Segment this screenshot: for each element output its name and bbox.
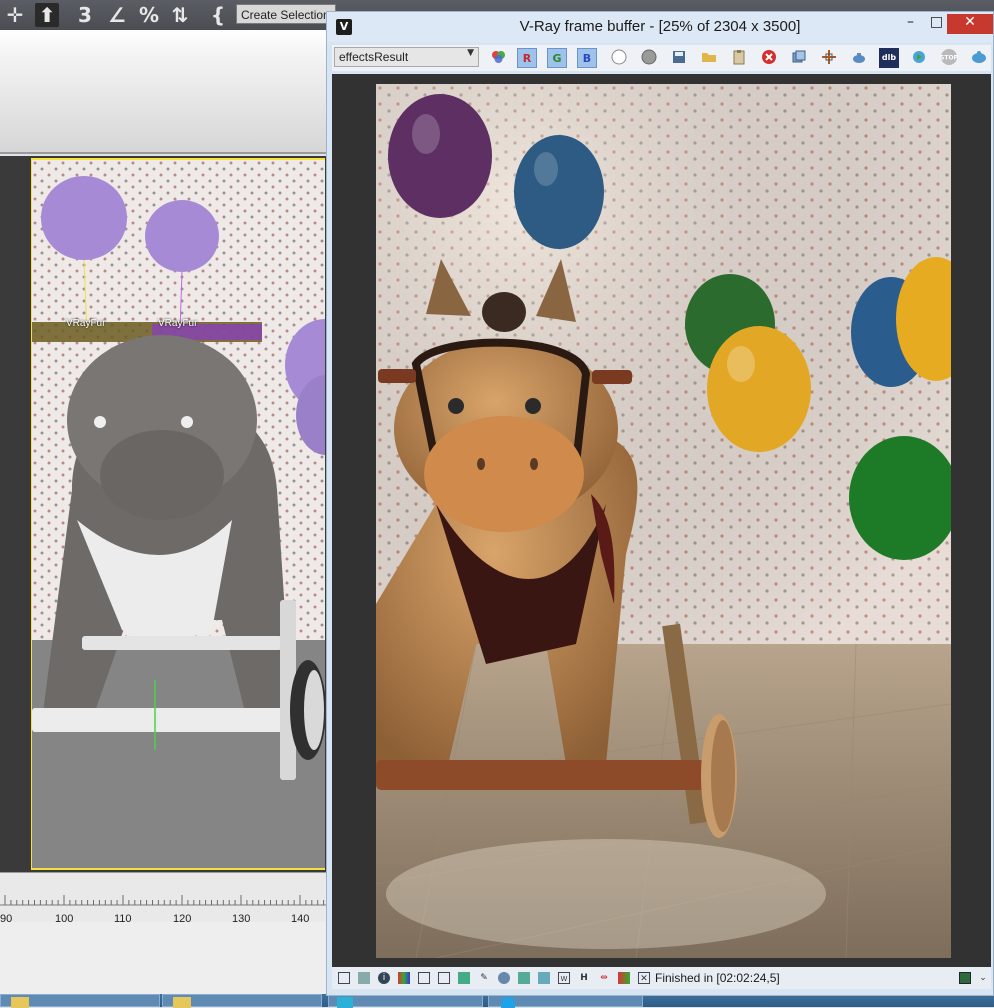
viewport-balloon — [145, 200, 219, 272]
taskbar-item[interactable] — [162, 994, 322, 1008]
vfb-toolbar: effectsResult ▼ R G B dlb STOP — [332, 45, 991, 71]
maximize-button[interactable]: □ — [923, 14, 950, 34]
channel-select[interactable]: effectsResult ▼ — [334, 47, 479, 67]
rocker-bar — [376, 760, 706, 790]
white-circle-icon[interactable] — [609, 48, 629, 68]
region-render-icon[interactable] — [819, 48, 839, 68]
history-icon[interactable] — [338, 972, 350, 984]
max-ribbon — [0, 30, 330, 154]
render-status: Finished in [02:02:24,5] — [655, 971, 780, 985]
image-icon[interactable] — [518, 972, 530, 984]
spinner-snap-icon[interactable]: ⇅ — [168, 3, 192, 27]
minimize-button[interactable]: – — [897, 14, 924, 34]
duplicate-icon[interactable] — [789, 48, 809, 68]
rendered-image — [376, 84, 951, 958]
render-display-area[interactable] — [332, 74, 991, 970]
curve-icon[interactable] — [438, 972, 450, 984]
vfb-titlebar[interactable]: V V-Ray frame buffer - [25% of 2304 x 35… — [327, 12, 993, 42]
teapot-render-icon[interactable] — [849, 48, 869, 68]
layer-icon[interactable] — [358, 972, 370, 984]
gray-circle-icon[interactable] — [639, 48, 659, 68]
angle-snap-icon[interactable]: ∠ — [105, 3, 129, 27]
chevron-down-icon: ▼ — [467, 48, 474, 58]
folder-icon — [173, 997, 191, 1008]
move-icon[interactable]: ✛ — [3, 3, 27, 27]
viewport-scene[interactable]: VRayFur VRayFur — [31, 158, 325, 870]
channels-icon[interactable] — [618, 972, 630, 984]
white-balance-icon[interactable]: W — [558, 972, 570, 984]
clipboard-icon[interactable] — [729, 48, 749, 68]
horse-mane — [482, 292, 526, 332]
horse-muzzle — [424, 416, 584, 532]
vrayfur-label: VRayFur — [66, 318, 106, 329]
taskbar-item[interactable] — [0, 994, 160, 1008]
balloon-yellow — [707, 326, 811, 452]
lens-effects-icon[interactable] — [538, 972, 550, 984]
render-icon[interactable] — [969, 48, 989, 68]
app-icon — [337, 997, 353, 1008]
red-channel-button[interactable]: R — [517, 48, 537, 68]
rendered-image-drawing — [376, 84, 951, 958]
snap-3d-icon[interactable]: 3 — [73, 3, 97, 27]
viewport-balloon — [41, 176, 127, 260]
edit-named-selections-icon[interactable]: { — [206, 3, 230, 27]
balloon-purple — [388, 94, 492, 218]
max-timeline[interactable]: 90 100 110 120 130 140 — [0, 872, 330, 925]
app-icon — [501, 997, 515, 1008]
display-mode-icon[interactable] — [959, 972, 971, 984]
stop-icon[interactable]: STOP — [939, 48, 959, 68]
open-folder-icon[interactable] — [699, 48, 719, 68]
histogram-icon[interactable]: H — [578, 972, 590, 984]
green-channel-button[interactable]: G — [547, 48, 567, 68]
color-correction-icon[interactable] — [398, 972, 410, 984]
color-picker-icon[interactable] — [489, 48, 509, 68]
channel-select-value: effectsResult — [339, 50, 409, 64]
create-selection-set-field[interactable]: Create Selection Se — [236, 4, 336, 24]
folder-icon — [11, 997, 29, 1008]
save-icon[interactable] — [669, 48, 689, 68]
vfb-title: V-Ray frame buffer - [25% of 2304 x 3500… — [519, 18, 801, 35]
close-button[interactable]: ✕ — [947, 14, 993, 34]
compare-icon[interactable]: ⇹ — [598, 972, 610, 984]
vray-frame-buffer-window[interactable]: V V-Ray frame buffer - [25% of 2304 x 35… — [326, 11, 994, 996]
upload-icon[interactable]: ⬆ — [35, 3, 59, 27]
balloon-blue — [514, 135, 604, 249]
max-status-area — [0, 922, 330, 996]
pencil-icon[interactable]: ✎ — [478, 972, 490, 984]
viewport-rocker-bar — [32, 708, 300, 732]
percent-snap-icon[interactable]: % — [137, 3, 161, 27]
svg-text:STOP: STOP — [940, 55, 958, 62]
expand-icon[interactable]: ⌄ — [977, 972, 989, 984]
vrayfur-label: VRayFur — [158, 318, 198, 329]
vfb-statusbar: i ✎ W H ⇹ ✕ Finished in [02:02:24,5] ⌄ — [332, 967, 991, 989]
lut-icon[interactable]: dlb — [879, 48, 899, 68]
test-resolution-icon[interactable]: ✕ — [638, 972, 650, 984]
info-icon[interactable]: i — [378, 972, 390, 984]
blue-channel-button[interactable]: B — [577, 48, 597, 68]
exposure-icon[interactable] — [498, 972, 510, 984]
viewport-geometry — [32, 176, 325, 868]
clear-image-icon[interactable] — [759, 48, 779, 68]
background-icon[interactable] — [458, 972, 470, 984]
interactive-render-icon[interactable] — [909, 48, 929, 68]
levels-icon[interactable] — [418, 972, 430, 984]
